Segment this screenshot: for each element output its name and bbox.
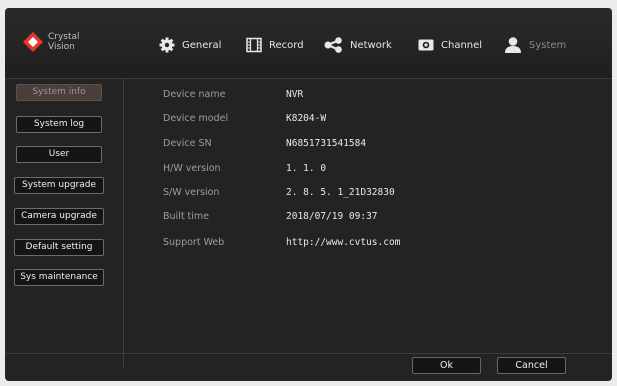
nav-channel-label: Channel <box>441 39 483 51</box>
info-value: 2. 8. 5. 1_21D32830 <box>286 187 395 198</box>
sidebar-item-sys-maintenance[interactable]: Sys maintenance <box>14 269 104 286</box>
sidebar-item-system-upgrade[interactable]: System upgrade <box>14 177 104 194</box>
info-value: http://www.cvtus.com <box>286 237 401 248</box>
ok-button[interactable]: Ok <box>412 357 481 374</box>
bottom-bar: Ok Cancel <box>5 353 612 381</box>
sidebar-item-user[interactable]: User <box>16 146 102 163</box>
user-icon <box>505 37 521 53</box>
info-value: NVR <box>286 89 304 100</box>
info-label: S/W version <box>163 187 220 198</box>
info-label: Device model <box>163 113 229 124</box>
sidebar-item-camera-upgrade[interactable]: Camera upgrade <box>14 208 104 225</box>
cancel-button[interactable]: Cancel <box>497 357 566 374</box>
sidebar-item-system-log[interactable]: System log <box>16 116 102 133</box>
brand-name-line2: Vision <box>48 42 75 52</box>
nav-network-label: Network <box>350 39 392 51</box>
camera-icon <box>418 39 434 51</box>
info-value: N6851731541584 <box>286 138 367 149</box>
nav-general-label: General <box>182 39 222 51</box>
info-label: Support Web <box>163 237 225 248</box>
nav-record[interactable]: Record <box>246 36 304 54</box>
nav-channel[interactable]: Channel <box>418 36 482 54</box>
brand-name: Crystal Vision <box>48 32 80 52</box>
film-icon <box>246 37 262 53</box>
info-value: 2018/07/19 09:37 <box>286 211 378 222</box>
info-label: Device name <box>163 89 226 100</box>
info-value: K8204-W <box>286 113 327 124</box>
nav-system[interactable]: System <box>504 36 566 54</box>
settings-window: Crystal Vision General Record Network Ch… <box>5 8 612 381</box>
info-label: Device SN <box>163 138 212 149</box>
brand-name-line1: Crystal <box>48 32 80 42</box>
info-label: H/W version <box>163 163 221 174</box>
nav-network[interactable]: Network <box>324 36 392 54</box>
sidebar-item-default-setting[interactable]: Default setting <box>14 239 104 256</box>
network-share-icon <box>324 37 342 53</box>
sidebar: System info System log User System upgra… <box>5 78 124 368</box>
nav-system-label: System <box>529 39 567 51</box>
sidebar-item-system-info[interactable]: System info <box>16 84 102 101</box>
top-nav-bar: Crystal Vision General Record Network Ch… <box>5 8 612 79</box>
nav-general[interactable]: General <box>159 36 221 54</box>
info-label: Built time <box>163 211 210 222</box>
nav-record-label: Record <box>269 39 304 51</box>
crystal-vision-logo-icon <box>23 32 43 52</box>
gear-icon <box>159 37 175 53</box>
info-value: 1. 1. 0 <box>286 163 327 174</box>
